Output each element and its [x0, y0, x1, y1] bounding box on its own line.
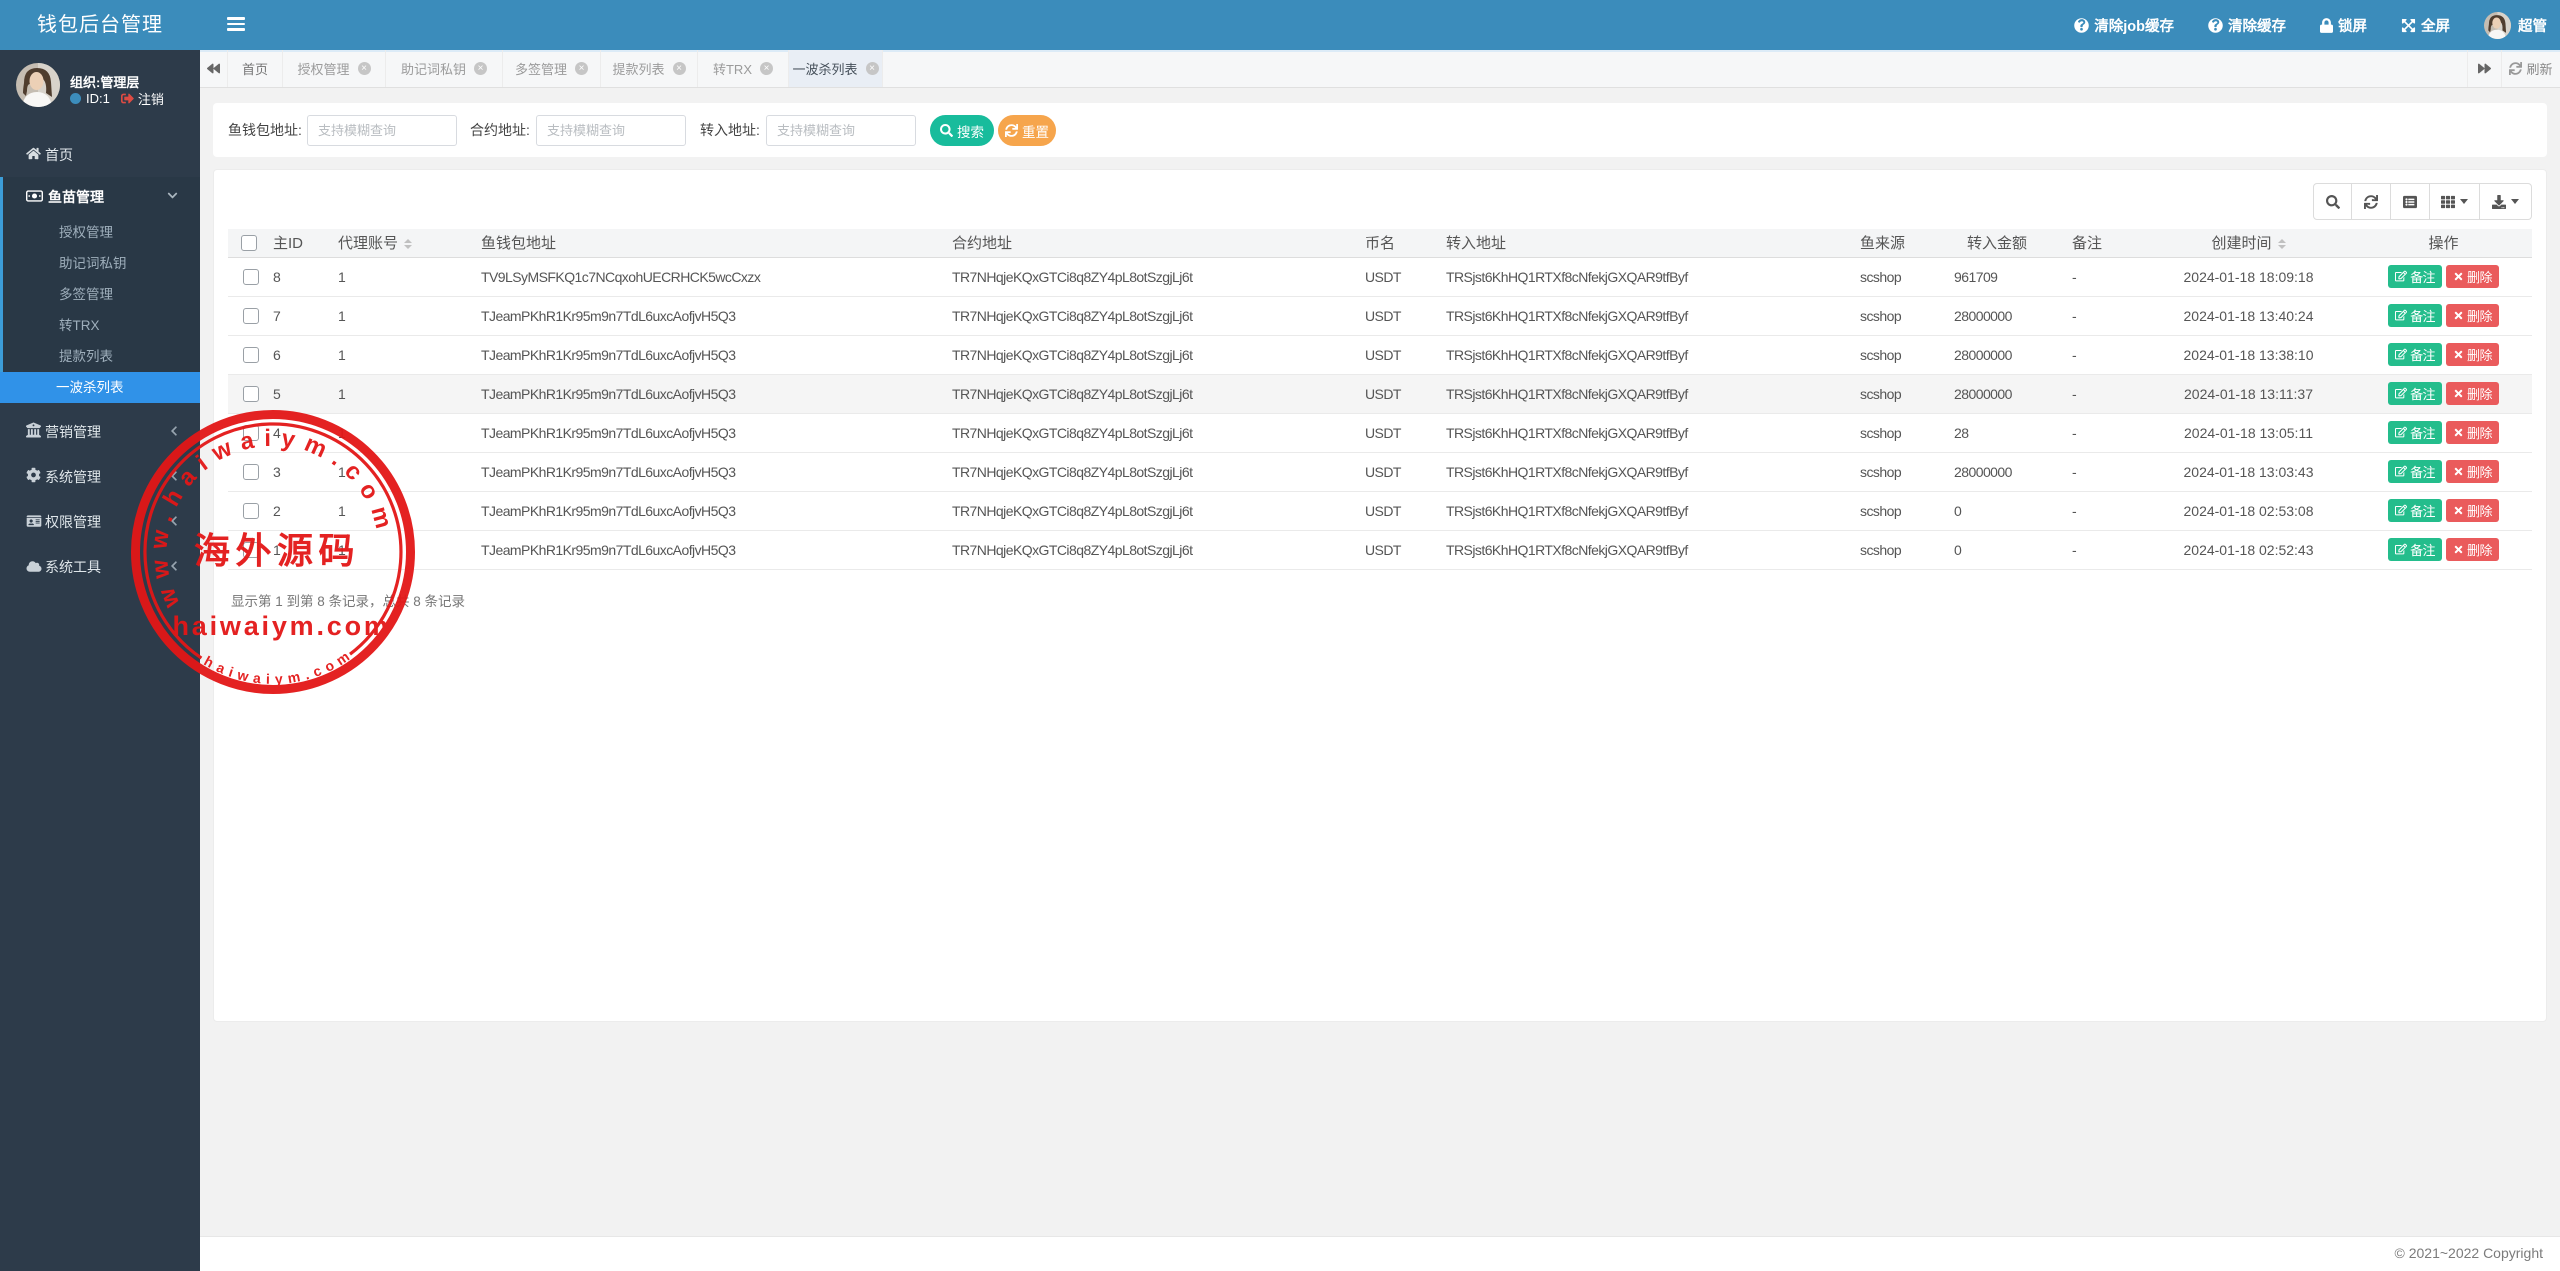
svg-text:海外源码: 海外源码	[194, 530, 360, 571]
svg-text:haiwaiym.com: haiwaiym.com	[173, 611, 391, 641]
